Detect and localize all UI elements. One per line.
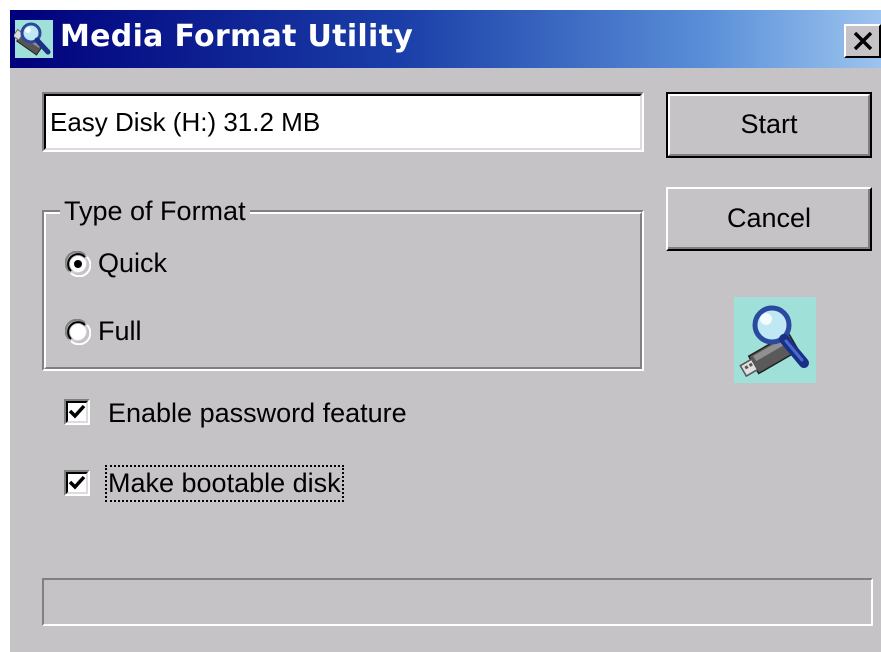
radio-dot <box>74 260 82 268</box>
checkmark-icon <box>68 475 86 490</box>
usb-drive-magnifier-icon <box>12 19 54 59</box>
password-checkbox[interactable] <box>64 399 90 425</box>
close-icon <box>853 32 873 50</box>
full-radio[interactable] <box>64 318 92 346</box>
cancel-button-label: Cancel <box>726 203 812 233</box>
cancel-button[interactable]: Cancel <box>666 187 872 251</box>
full-radio-label[interactable]: Full <box>98 316 142 347</box>
format-type-legend: Type of Format <box>60 196 250 227</box>
drive-select-value: Easy Disk (H:) 31.2 MB <box>50 107 321 137</box>
quick-radio[interactable] <box>64 250 92 278</box>
checkmark-icon <box>68 404 86 419</box>
quick-radio-label[interactable]: Quick <box>98 248 167 279</box>
usb-drive-magnifier-icon <box>734 297 816 383</box>
bootable-checkbox[interactable] <box>64 470 90 496</box>
format-dialog: Media Format Utility Easy Disk (H:) 31.2… <box>10 10 881 652</box>
close-button[interactable] <box>844 24 881 58</box>
password-checkbox-label[interactable]: Enable password feature <box>108 398 407 429</box>
progress-bar <box>42 578 873 626</box>
start-button[interactable]: Start <box>666 92 872 158</box>
start-button-label: Start <box>740 109 798 139</box>
drive-select-field[interactable]: Easy Disk (H:) 31.2 MB <box>42 92 644 152</box>
window-title: Media Format Utility <box>60 19 414 54</box>
bootable-checkbox-label[interactable]: Make bootable disk <box>105 465 344 502</box>
title-bar[interactable]: Media Format Utility <box>10 10 881 68</box>
